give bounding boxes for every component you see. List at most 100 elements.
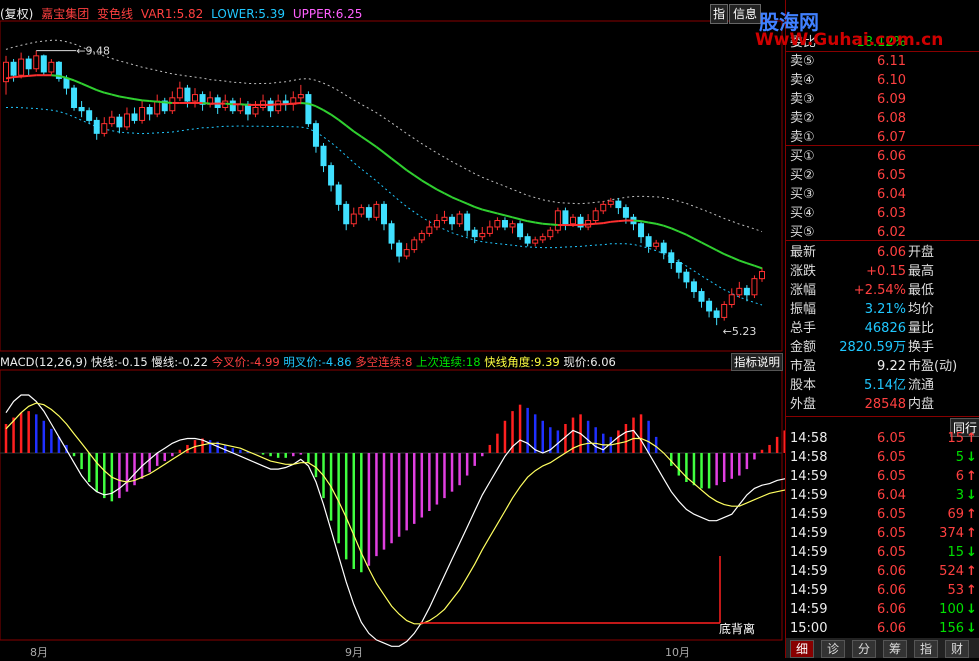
middle-band-segment: [708, 245, 718, 252]
arrow-down-icon: ↓: [966, 450, 977, 465]
stat-label: 最新: [790, 245, 817, 260]
tick-row: 14:59 6.05 6 ↑: [786, 467, 979, 486]
candle: [18, 52, 25, 79]
candle: [25, 55, 32, 76]
candle: [199, 91, 206, 111]
separator: [786, 416, 979, 417]
tick-volume: 6: [955, 469, 964, 484]
candle: [154, 94, 161, 118]
candle: [55, 61, 62, 82]
middle-band-segment: [126, 96, 135, 101]
middle-band-segment: [466, 202, 476, 208]
candle: [176, 81, 183, 102]
candle: [86, 107, 93, 124]
tick-time: 14:58: [790, 450, 828, 465]
lower-value: 5.39: [258, 7, 285, 21]
tab-2[interactable]: 分: [852, 640, 876, 658]
price-panel-frame: [0, 20, 783, 352]
candle: [524, 233, 531, 247]
tab-0[interactable]: 细: [790, 640, 814, 658]
middle-band-segment: [134, 98, 143, 102]
candle: [517, 220, 524, 240]
tick-time: 14:59: [790, 583, 828, 598]
middle-band-segment: [13, 75, 22, 79]
current-price-label: 现价:: [563, 355, 591, 369]
middle-band-segment: [88, 85, 98, 91]
arrow-up-icon: ↑: [966, 583, 977, 598]
middle-band-segment: [474, 206, 483, 211]
arrow-up-icon: ↑: [966, 431, 977, 446]
buy-row: 买② 6.05: [786, 166, 979, 185]
candle: [116, 113, 123, 134]
tab-5[interactable]: 财: [945, 640, 969, 658]
stat-row: 涨幅 +2.54% 最低: [786, 281, 979, 300]
middle-band-segment: [746, 262, 755, 267]
sell-label: 卖⑤: [790, 54, 815, 69]
arrow-up-icon: ↑: [966, 507, 977, 522]
macd-header: MACD(12,26,9) 快线:-0.15 慢线:-0.22 今叉价:-4.9…: [0, 354, 616, 370]
tab-1[interactable]: 诊: [821, 640, 845, 658]
middle-band-segment: [5, 76, 14, 80]
candle: [411, 236, 418, 253]
middle-band-segment: [633, 219, 642, 223]
candle: [335, 181, 342, 211]
tick-price: 6.05: [877, 469, 906, 484]
stat-value: 6.06: [877, 245, 906, 260]
tick-volume: 53: [947, 583, 964, 598]
buy-label: 买②: [790, 168, 815, 183]
candle: [388, 220, 395, 250]
adjust-mode[interactable]: (复权): [0, 7, 33, 21]
candle: [433, 214, 440, 231]
separator: [786, 240, 979, 241]
stat-label: 振幅: [790, 302, 817, 317]
tick-volume: 524: [939, 564, 964, 579]
middle-band-segment: [330, 113, 340, 121]
kline-chart[interactable]: ←9.48 ←5.23: [0, 0, 794, 658]
candle: [93, 117, 100, 140]
arrow-down-icon: ↓: [966, 621, 977, 636]
middle-band-segment: [731, 256, 740, 262]
tick-volume: 69: [947, 507, 964, 522]
middle-band-segment: [202, 101, 211, 105]
indicator-help-button[interactable]: 指标说明: [731, 353, 783, 371]
tick-row: 15:00 6.06 156 ↓: [786, 619, 979, 638]
buy-label: 买③: [790, 187, 815, 202]
watermark-line2: WwW.Guhai.com.cn: [755, 30, 944, 50]
middle-band-segment: [81, 82, 90, 88]
macd-name: MACD(12,26,9): [0, 355, 88, 369]
slow-label: 慢线:: [151, 355, 179, 369]
indicator-name: 变色线: [97, 7, 134, 21]
stat-row: 市盈 9.22 市盈(动): [786, 357, 979, 376]
stat-row: 金额 2820.59万 换手: [786, 338, 979, 357]
middle-band-segment: [482, 208, 491, 213]
prev-value: 18: [465, 355, 481, 369]
candle: [464, 210, 471, 237]
tab-4[interactable]: 指: [914, 640, 938, 658]
arrow-down-icon: ↓: [966, 488, 977, 503]
stat-row: 外盘 28548 内盘: [786, 395, 979, 414]
candle: [426, 220, 433, 237]
candle: [501, 217, 508, 231]
candle: [577, 214, 584, 231]
middle-band-segment: [497, 212, 506, 217]
candle: [161, 97, 168, 114]
macd-slow-line: [5, 402, 793, 625]
indicator-toggle-button[interactable]: 指: [710, 4, 728, 24]
stat-value: 9.22: [877, 359, 906, 374]
stat-value: 2820.59万: [839, 340, 906, 355]
tick-volume: 15: [947, 545, 964, 560]
middle-band-segment: [603, 220, 611, 225]
candle: [600, 201, 607, 215]
middle-band-segment: [21, 74, 29, 78]
candle: [479, 226, 486, 240]
middle-band-segment: [240, 103, 249, 106]
middle-band-segment: [428, 184, 438, 191]
tick-time: 14:59: [790, 602, 828, 617]
middle-band-segment: [96, 89, 105, 94]
stat-label-2: 流通: [908, 378, 935, 393]
arrow-up-icon: ↑: [966, 526, 977, 541]
upper-label: UPPER:: [292, 7, 336, 21]
middle-band-segment: [738, 259, 748, 265]
middle-band-segment: [527, 220, 536, 224]
tab-3[interactable]: 筹: [883, 640, 907, 658]
